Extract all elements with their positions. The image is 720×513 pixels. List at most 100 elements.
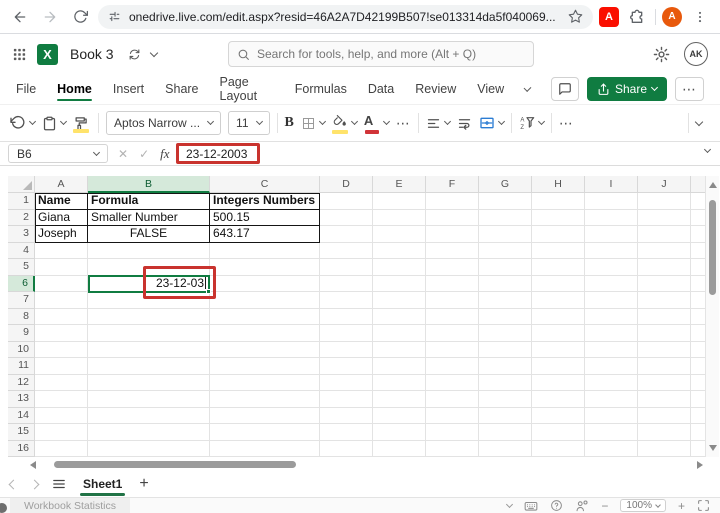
cell-H13[interactable] xyxy=(532,391,585,408)
zoom-out-button[interactable]: − xyxy=(601,499,608,513)
cell-G6[interactable] xyxy=(479,275,532,292)
cell-A10[interactable] xyxy=(35,341,88,358)
select-all-corner[interactable] xyxy=(8,176,35,193)
cell-A4[interactable] xyxy=(35,242,88,259)
tab-file[interactable]: File xyxy=(16,74,36,104)
cell-J3[interactable] xyxy=(638,226,691,243)
cell-I1[interactable] xyxy=(585,193,638,210)
cell-J2[interactable] xyxy=(638,209,691,226)
cell-B11[interactable] xyxy=(88,358,210,375)
cell-F3[interactable] xyxy=(426,226,479,243)
tab-home[interactable]: Home xyxy=(57,74,92,104)
formula-bar-expand-chevron-icon[interactable] xyxy=(703,145,712,154)
extensions-puzzle-icon[interactable] xyxy=(625,5,649,29)
cell-D4[interactable] xyxy=(320,242,373,259)
cell-I15[interactable] xyxy=(585,424,638,441)
merge-cells-button[interactable] xyxy=(479,115,505,131)
alignment-chevron-icon[interactable] xyxy=(443,117,451,126)
settings-gear-icon[interactable] xyxy=(653,46,670,63)
reload-icon[interactable] xyxy=(68,5,92,29)
row-header-1[interactable]: 1 xyxy=(8,193,35,210)
alignment-button[interactable] xyxy=(426,116,451,131)
cell-G13[interactable] xyxy=(479,391,532,408)
cell-A11[interactable] xyxy=(35,358,88,375)
row-header-14[interactable]: 14 xyxy=(8,407,35,424)
cell-A16[interactable] xyxy=(35,440,88,457)
fill-color-button[interactable] xyxy=(331,114,358,134)
cell-D3[interactable] xyxy=(320,226,373,243)
cell-B10[interactable] xyxy=(88,341,210,358)
cell-C4[interactable] xyxy=(210,242,320,259)
cell-D16[interactable] xyxy=(320,440,373,457)
enter-icon[interactable]: ✓ xyxy=(139,147,149,161)
cell-J5[interactable] xyxy=(638,259,691,276)
scroll-up-icon[interactable] xyxy=(709,182,717,188)
cell-E16[interactable] xyxy=(373,440,426,457)
cell-G3[interactable] xyxy=(479,226,532,243)
cell-H4[interactable] xyxy=(532,242,585,259)
tab-view[interactable]: View xyxy=(477,74,504,104)
cell-G15[interactable] xyxy=(479,424,532,441)
fullscreen-icon[interactable] xyxy=(697,499,710,512)
cell-A12[interactable] xyxy=(35,374,88,391)
cell-C1[interactable]: Integers Numbers xyxy=(210,193,320,210)
cell-F2[interactable] xyxy=(426,209,479,226)
cell-J16[interactable] xyxy=(638,440,691,457)
forward-icon[interactable] xyxy=(38,5,62,29)
cell-E6[interactable] xyxy=(373,275,426,292)
cell-J4[interactable] xyxy=(638,242,691,259)
cell-D15[interactable] xyxy=(320,424,373,441)
cell-B6[interactable]: 23-12-03 xyxy=(88,275,210,292)
cell-A1[interactable]: Name xyxy=(35,193,88,210)
cell-G9[interactable] xyxy=(479,325,532,342)
cell-D12[interactable] xyxy=(320,374,373,391)
cell-B1[interactable]: Formula xyxy=(88,193,210,210)
cell-G14[interactable] xyxy=(479,407,532,424)
account-avatar[interactable]: AK xyxy=(684,42,708,66)
cell-B16[interactable] xyxy=(88,440,210,457)
cell-A5[interactable] xyxy=(35,259,88,276)
cell-H7[interactable] xyxy=(532,292,585,309)
row-header-9[interactable]: 9 xyxy=(8,325,35,342)
cell-C13[interactable] xyxy=(210,391,320,408)
borders-button[interactable] xyxy=(301,116,326,131)
cell-A14[interactable] xyxy=(35,407,88,424)
cell-E10[interactable] xyxy=(373,341,426,358)
row-header-11[interactable]: 11 xyxy=(8,358,35,375)
cell-A7[interactable] xyxy=(35,292,88,309)
column-header-F[interactable]: F xyxy=(426,176,479,193)
cell-C11[interactable] xyxy=(210,358,320,375)
search-input[interactable] xyxy=(257,47,525,61)
row-header-3[interactable]: 3 xyxy=(8,226,35,243)
cell-G1[interactable] xyxy=(479,193,532,210)
cell-C14[interactable] xyxy=(210,407,320,424)
font-group-more-button[interactable]: ⋯ xyxy=(396,115,411,132)
font-color-chevron-icon[interactable] xyxy=(382,117,390,126)
status-chevron-icon[interactable] xyxy=(506,500,514,508)
vertical-scroll-thumb[interactable] xyxy=(709,200,716,295)
cell-B13[interactable] xyxy=(88,391,210,408)
cell-F5[interactable] xyxy=(426,259,479,276)
previous-sheet-icon[interactable] xyxy=(8,479,19,489)
cell-C9[interactable] xyxy=(210,325,320,342)
zoom-in-button[interactable]: + xyxy=(678,499,685,513)
site-settings-icon[interactable] xyxy=(108,10,121,23)
cell-H2[interactable] xyxy=(532,209,585,226)
cell-H3[interactable] xyxy=(532,226,585,243)
cell-C2[interactable]: 500.15 xyxy=(210,209,320,226)
share-button[interactable]: Share xyxy=(586,77,667,101)
horizontal-scrollbar[interactable] xyxy=(28,459,705,471)
column-header-E[interactable]: E xyxy=(373,176,426,193)
tab-formulas[interactable]: Formulas xyxy=(295,74,347,104)
cell-F9[interactable] xyxy=(426,325,479,342)
cancel-icon[interactable]: ✕ xyxy=(118,147,128,161)
undo-button[interactable] xyxy=(10,115,37,131)
cell-A2[interactable]: Giana xyxy=(35,209,88,226)
keyboard-shortcuts-icon[interactable] xyxy=(524,499,538,513)
scroll-left-icon[interactable] xyxy=(30,461,36,469)
cell-H15[interactable] xyxy=(532,424,585,441)
cell-E5[interactable] xyxy=(373,259,426,276)
cell-B9[interactable] xyxy=(88,325,210,342)
cell-I3[interactable] xyxy=(585,226,638,243)
adobe-acrobat-extension-icon[interactable]: A xyxy=(599,6,619,27)
